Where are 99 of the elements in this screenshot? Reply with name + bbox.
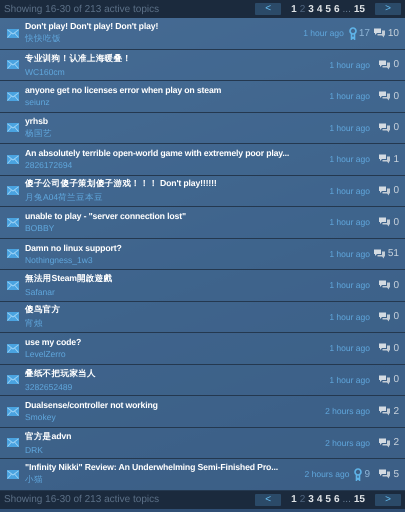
envelope-icon	[7, 123, 19, 132]
previous-page-button[interactable]: <	[255, 3, 282, 15]
comment-icon	[379, 154, 390, 164]
reply-count: 2	[393, 406, 399, 417]
reply-count: 10	[388, 28, 399, 39]
comment-icon	[379, 186, 390, 196]
topic-title[interactable]: Don't play! Don't play! Don't play!	[25, 21, 302, 32]
page-link[interactable]: 3	[308, 4, 314, 14]
envelope-icon	[7, 186, 19, 196]
envelope-icon	[7, 92, 19, 101]
page-link[interactable]: 4	[316, 4, 322, 14]
envelope-icon	[7, 438, 19, 448]
reply-count: 0	[393, 185, 399, 196]
page-link[interactable]: 4	[316, 494, 322, 505]
topic-title[interactable]: An absolutely terrible open-world game with extremely poor play...	[25, 148, 328, 158]
comment-icon	[379, 312, 390, 322]
post-time: 1 hour ago	[329, 217, 370, 228]
comment-icon	[374, 248, 385, 259]
post-time: 2 hours ago	[325, 438, 370, 448]
topic-title[interactable]: 叠纸不把玩家当人	[25, 368, 328, 380]
reply-count: 0	[393, 122, 399, 134]
reply-count: 0	[393, 374, 399, 386]
page-link[interactable]: 6	[334, 494, 340, 505]
comment-icon	[379, 91, 390, 102]
next-page-button[interactable]: >	[375, 494, 401, 506]
reply-count: 51	[388, 248, 399, 260]
envelope-icon	[7, 280, 19, 290]
page-link[interactable]: 3	[308, 494, 314, 505]
comment-icon	[379, 60, 390, 70]
envelope-icon	[7, 470, 19, 479]
post-time: 1 hour ago	[329, 122, 370, 133]
comment-icon	[379, 280, 390, 290]
topic-title[interactable]: Damn no linux support?	[25, 242, 328, 253]
topic-title[interactable]: unable to play - "server connection lost"	[25, 211, 328, 222]
page-link[interactable]: 5	[325, 4, 331, 14]
reply-count: 0	[393, 59, 399, 70]
topic-title[interactable]: 無法用Steam開啟遊戲	[25, 273, 328, 286]
reply-count: 5	[393, 468, 399, 480]
topic-title[interactable]: 傻子公司傻子策划傻子游戏！！！ Don't play!!!!!!	[25, 178, 328, 190]
reply-count: 0	[393, 90, 399, 102]
comment-icon	[379, 406, 390, 416]
topic-title[interactable]: 专业训狗！认准上海暖叠！	[25, 52, 328, 65]
reply-count: 0	[393, 342, 399, 354]
post-time: 1 hour ago	[329, 154, 370, 164]
award-icon	[354, 468, 362, 481]
post-time: 1 hour ago	[329, 60, 370, 70]
topic-title[interactable]: 官方是advn	[25, 430, 324, 443]
comment-icon	[379, 343, 390, 354]
comment-icon	[379, 122, 390, 133]
post-time: 1 hour ago	[329, 186, 370, 196]
page-link[interactable]: 6	[334, 4, 340, 14]
post-time: 1 hour ago	[329, 91, 370, 102]
page-ellipsis: ...	[342, 494, 351, 505]
topic-title[interactable]: use my code?	[25, 337, 328, 348]
page-link[interactable]: 15	[354, 4, 365, 14]
topic-title[interactable]: anyone get no licenses error when play on steam	[25, 85, 328, 96]
reply-count: 0	[393, 216, 399, 228]
post-time: 1 hour ago	[329, 374, 370, 385]
topic-count: Showing 16-30 of 213 active topics	[4, 494, 160, 505]
post-time: 2 hours ago	[325, 406, 370, 416]
envelope-icon	[7, 406, 19, 416]
topic-count: Showing 16-30 of 213 active topics	[4, 4, 160, 14]
comment-icon	[379, 469, 390, 480]
envelope-icon	[7, 312, 19, 322]
topic-title[interactable]: Dualsense/controller not working	[25, 400, 324, 410]
reply-count: 2	[393, 437, 399, 448]
topic-title[interactable]: "Infinity Nikki" Review: An Underwhelming Semi-Finished Pro...	[25, 462, 303, 472]
page-link[interactable]: 5	[325, 494, 331, 505]
envelope-icon	[7, 60, 19, 70]
topic-title[interactable]: yrhsb	[25, 116, 328, 126]
next-page-button[interactable]: >	[375, 3, 401, 15]
envelope-icon	[7, 218, 19, 227]
envelope-icon	[7, 375, 19, 384]
award-count: 9	[364, 468, 370, 480]
envelope-icon	[7, 344, 19, 353]
award-count: 17	[358, 28, 370, 39]
reply-count: 1	[393, 154, 399, 165]
post-time: 2 hours ago	[304, 469, 350, 480]
reply-count: 0	[393, 280, 399, 291]
comment-icon	[379, 374, 390, 385]
envelope-icon	[7, 28, 19, 38]
previous-page-button[interactable]: <	[255, 494, 282, 506]
comment-icon	[374, 28, 385, 38]
envelope-icon	[7, 249, 19, 258]
page-link[interactable]: 1	[291, 4, 297, 14]
award-icon	[348, 26, 357, 40]
topic-title[interactable]: 傻鸟官方	[25, 304, 328, 316]
page-link[interactable]: 1	[291, 494, 297, 505]
post-time: 1 hour ago	[329, 343, 370, 354]
post-time: 1 hour ago	[329, 248, 370, 259]
reply-count: 0	[393, 311, 399, 322]
post-time: 1 hour ago	[329, 312, 370, 322]
comment-icon	[379, 438, 390, 448]
envelope-icon	[7, 154, 19, 164]
page-link[interactable]: 15	[354, 494, 365, 505]
comment-icon	[379, 217, 390, 228]
page-ellipsis: ...	[342, 4, 351, 14]
post-time: 1 hour ago	[329, 280, 370, 290]
post-time: 1 hour ago	[303, 28, 344, 38]
